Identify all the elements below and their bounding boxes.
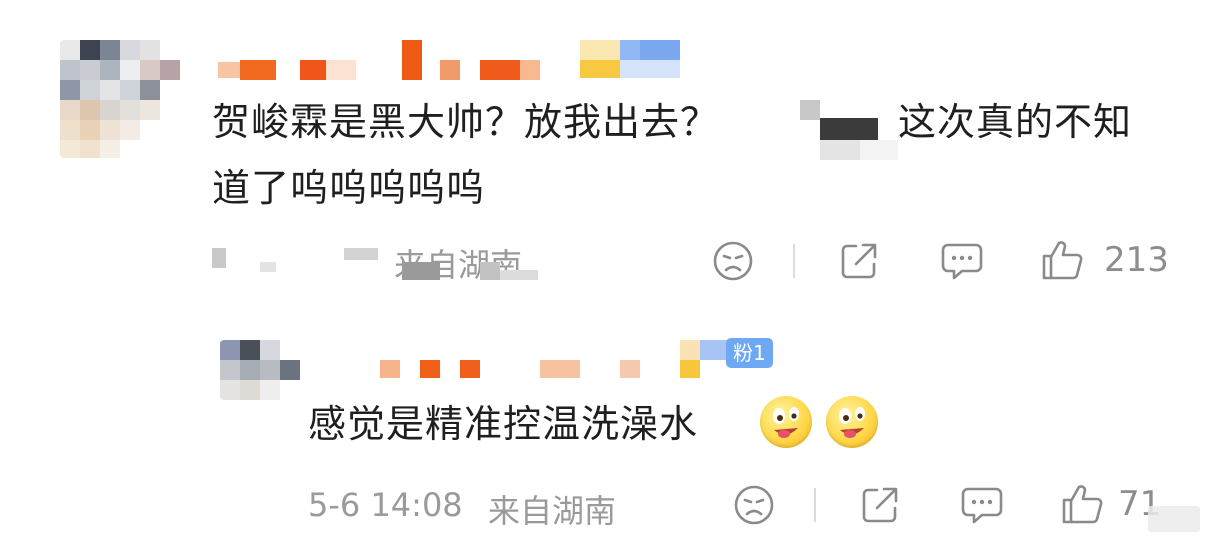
reply-location: 来自湖南 (488, 492, 617, 530)
share-icon[interactable] (838, 240, 880, 282)
divider (793, 244, 795, 278)
comment-text-line1-a: 贺峻霖是黑大帅？放我出去？ (212, 100, 720, 144)
divider (814, 488, 816, 522)
thumbs-up-icon[interactable] (1060, 482, 1104, 526)
reply-text: 感觉是精准控温洗澡水 (308, 402, 699, 446)
fan-badge: 粉1 (726, 338, 773, 368)
sad-face-icon[interactable] (712, 240, 754, 282)
avatar[interactable] (60, 40, 180, 158)
watermark-overlay (1148, 506, 1200, 532)
comment-bubble-icon[interactable] (940, 240, 984, 282)
reply-avatar[interactable] (220, 340, 300, 400)
reply-timestamp: 5-6 14:08 (308, 486, 463, 524)
comment-text-line1-b: 这次真的不知 (898, 100, 1133, 144)
like-count: 213 (1104, 240, 1169, 280)
thumbs-up-icon[interactable] (1040, 238, 1084, 282)
sad-face-icon[interactable] (733, 484, 775, 526)
share-icon[interactable] (859, 484, 901, 526)
comment-bubble-icon[interactable] (960, 484, 1004, 526)
drooling-face-emoji (826, 396, 878, 448)
drooling-face-emoji (760, 396, 812, 448)
comment-text-line2: 道了呜呜呜呜呜 (212, 166, 486, 210)
